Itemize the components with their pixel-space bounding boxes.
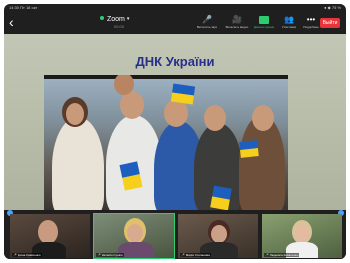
participant-name: 🎤Наталія Сушко [96,253,124,257]
status-bar: 14:30 Пт 18 окт ● ◆ 75 % [4,4,346,12]
microphone-off-icon: 🎤 [202,15,212,24]
participant-name: 🎤Ірина Кравченко [12,253,42,257]
meeting-title-text: Zoom [107,16,125,23]
participant-tile[interactable]: 🎤Ірина Кравченко [10,214,90,258]
participant-tile-active-speaker[interactable]: 🎤Наталія Сушко [93,213,175,259]
slide-photo [44,75,288,210]
participant-name: 🎤Людмила Коваленко [264,253,300,257]
start-video-button[interactable]: 🎥 Включить видео [222,14,252,34]
participant-name: 🎤Марія Степанова [180,253,211,257]
muted-mic-icon: 🎤 [97,253,101,257]
unmute-button[interactable]: 🎤 Включить звук [192,14,222,34]
meeting-title[interactable]: Zoom ▾ [100,15,129,24]
meeting-duration: 00:00 [114,24,125,29]
device-screen: 14:30 Пт 18 окт ● ◆ 75 % ‹ Zoom ▾ 00:00 🎤… [4,4,346,259]
participant-tile[interactable]: 🎤Марія Степанова [178,214,258,258]
encryption-shield-icon [100,16,104,20]
meeting-top-bar: ‹ Zoom ▾ 00:00 🎤 Включить звук 🎥 Включить… [4,12,346,34]
video-off-icon: 🎥 [232,15,242,24]
muted-mic-icon: 🎤 [13,253,17,257]
muted-mic-icon: 🎤 [265,253,269,257]
participant-tile[interactable]: 🎤Людмила Коваленко [262,214,342,258]
muted-mic-icon: 🎤 [181,253,185,257]
slide-title: ДНК України [135,54,215,69]
unmute-label: Включить звук [196,25,217,29]
leave-button[interactable]: Выйти [320,18,340,28]
start-video-label: Включить видео [225,25,249,29]
shared-screen: ДНК України [4,34,346,210]
participant-strip: 🎤Ірина Кравченко 🎤Наталія Сушко 🎤Марія С… [4,210,346,259]
back-icon[interactable]: ‹ [9,15,21,29]
chevron-down-icon: ▾ [126,16,130,22]
status-indicators: ● ◆ 75 % [324,5,341,10]
status-time: 14:30 Пт 18 окт [9,5,38,10]
